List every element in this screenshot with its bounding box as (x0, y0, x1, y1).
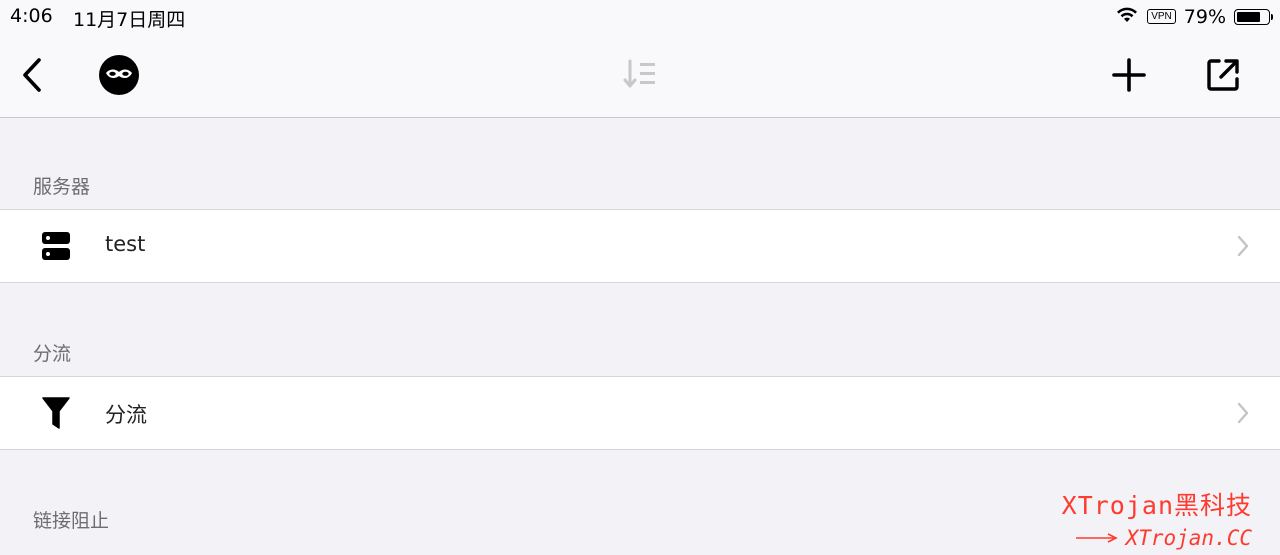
server-row-label: test (105, 232, 146, 256)
watermark-url: XTrojan.CC (1125, 526, 1252, 550)
watermark-url-line: XTrojan.CC (1062, 526, 1252, 550)
arrow-right-icon (1075, 533, 1118, 543)
status-date: 11月7日周四 (73, 9, 186, 31)
wifi-icon (1115, 5, 1139, 28)
mask-button[interactable] (98, 54, 140, 96)
server-row[interactable]: test (0, 209, 1280, 283)
status-bar: 4:06 11月7日周四 VPN 79% (0, 0, 1280, 34)
chevron-right-icon (1237, 402, 1249, 424)
share-button[interactable] (1202, 54, 1244, 96)
sort-button[interactable] (620, 56, 660, 96)
routing-row-label: 分流 (105, 403, 147, 427)
sort-icon (623, 59, 655, 88)
section-header-server: 服务器 (33, 176, 91, 198)
chevron-right-icon (1237, 235, 1249, 257)
back-button[interactable] (14, 54, 50, 96)
section-header-routing: 分流 (33, 343, 72, 365)
server-icon (38, 228, 74, 264)
share-icon (1207, 59, 1239, 91)
status-right: VPN 79% (1115, 5, 1273, 28)
watermark-title: XTrojan黑科技 (1061, 491, 1252, 520)
navigation-bar (0, 34, 1280, 118)
battery-percent: 79% (1183, 5, 1226, 28)
section-header-block: 链接阻止 (33, 510, 110, 532)
vpn-badge: VPN (1147, 9, 1176, 24)
plus-icon (1112, 58, 1146, 92)
status-time: 4:06 (10, 5, 53, 27)
filter-icon (38, 395, 74, 431)
mask-icon (99, 55, 139, 95)
chevron-left-icon (23, 58, 41, 92)
watermark: XTrojan黑科技 XTrojan.CC (1062, 486, 1252, 550)
battery-icon (1234, 8, 1273, 25)
routing-row[interactable]: 分流 (0, 376, 1280, 450)
add-button[interactable] (1108, 54, 1150, 96)
